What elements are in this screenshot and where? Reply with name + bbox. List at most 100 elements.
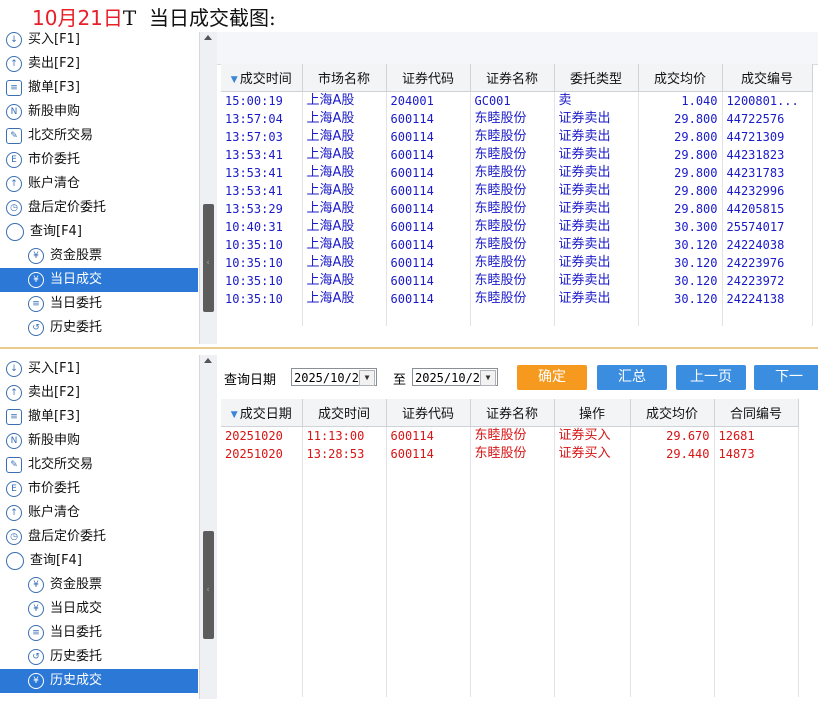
- empty-cell: [714, 679, 799, 697]
- sidebar-item[interactable]: E 市价委托: [0, 148, 198, 172]
- table-cell: 44231783: [722, 164, 813, 182]
- sidebar-item[interactable]: ¥ 当日成交: [0, 268, 198, 292]
- sidebar-item[interactable]: ↑ 卖出[F2]: [0, 381, 198, 405]
- empty-cell: [221, 661, 303, 679]
- arrow-down-circle-icon: ↓: [6, 32, 22, 48]
- table-cell: 1.040: [638, 91, 723, 110]
- sidebar-item[interactable]: 查询[F4]: [0, 549, 198, 573]
- sidebar-scrollbar[interactable]: ‹: [199, 355, 217, 699]
- sidebar-item[interactable]: E 市价委托: [0, 477, 198, 501]
- table-row[interactable]: 10:35:10 上海A股 600114 东睦股份 证券卖出 30.120 24223972: [221, 272, 813, 290]
- start-date-picker[interactable]: 2025/10/20 ▼: [291, 368, 377, 386]
- prev-page-button[interactable]: 上一页: [676, 365, 746, 390]
- empty-cell: [630, 643, 715, 661]
- scroll-up-icon[interactable]: [204, 35, 212, 40]
- table-row[interactable]: 13:53:29 上海A股 600114 东睦股份 证券卖出 29.800 44205815: [221, 200, 813, 218]
- splitter-grip-icon[interactable]: ‹: [204, 583, 212, 597]
- sidebar-item[interactable]: ¥ 资金股票: [0, 244, 198, 268]
- next-page-button[interactable]: 下一: [754, 365, 818, 390]
- sidebar-item[interactable]: 查询[F4]: [0, 220, 198, 244]
- table-cell: 13:28:53: [302, 445, 387, 463]
- column-header[interactable]: 成交日期: [221, 399, 303, 427]
- end-date-picker[interactable]: 2025/10/20 ▼: [412, 368, 498, 386]
- column-header[interactable]: 成交时间: [221, 64, 303, 92]
- table-row[interactable]: 10:35:10 上海A股 600114 东睦股份 证券卖出 30.120 24224138: [221, 290, 813, 308]
- table-row[interactable]: 10:40:31 上海A股 600114 东睦股份 证券卖出 30.300 25574017: [221, 218, 813, 236]
- sidebar-item[interactable]: ↺ 历史委托: [0, 316, 198, 340]
- table-cell: 上海A股: [302, 164, 387, 182]
- splitter-grip-icon[interactable]: ‹: [204, 256, 212, 270]
- sidebar-item[interactable]: ≡ 撤单[F3]: [0, 76, 198, 100]
- today-trades-table: 成交时间市场名称证券代码证券名称委托类型成交均价成交编号 15:00:19上海A…: [221, 64, 813, 326]
- table-cell: 29.800: [638, 110, 723, 128]
- sidebar-item[interactable]: ↓ 买入[F1]: [0, 28, 198, 52]
- sidebar-item[interactable]: ↺ 历史委托: [0, 645, 198, 669]
- column-header[interactable]: 委托类型: [554, 64, 639, 92]
- empty-cell: [386, 643, 471, 661]
- sidebar-item[interactable]: N 新股申购: [0, 429, 198, 453]
- sidebar-item[interactable]: ¥ 历史成交: [0, 669, 198, 693]
- table-cell: 上海A股: [302, 290, 387, 308]
- column-header[interactable]: 合同编号: [714, 399, 799, 427]
- table-row[interactable]: 10:35:10 上海A股 600114 东睦股份 证券卖出 30.120 24224038: [221, 236, 813, 254]
- table-row[interactable]: 20251020 13:28:53 600114 东睦股份 证券买入 29.440 1487…: [221, 445, 799, 463]
- table-row[interactable]: 13:53:41 上海A股 600114 东睦股份 证券卖出 29.800 44231823: [221, 146, 813, 164]
- column-header[interactable]: 证券名称: [470, 399, 555, 427]
- sidebar-item[interactable]: ↑ 卖出[F2]: [0, 52, 198, 76]
- sidebar-item[interactable]: ✎ 北交所交易: [0, 124, 198, 148]
- sidebar-scrollbar[interactable]: ‹: [199, 32, 217, 344]
- column-header[interactable]: 成交编号: [722, 64, 813, 92]
- sidebar-item[interactable]: ≡ 当日委托: [0, 292, 198, 316]
- sidebar-item[interactable]: ↑ 账户清仓: [0, 172, 198, 196]
- column-header[interactable]: 成交均价: [638, 64, 723, 92]
- table-row[interactable]: 13:57:03 上海A股 600114 东睦股份 证券卖出 29.800 44721309: [221, 128, 813, 146]
- confirm-button[interactable]: 确定: [517, 365, 587, 390]
- column-header[interactable]: 证券名称: [470, 64, 555, 92]
- sidebar-item[interactable]: ¥ 资金股票: [0, 573, 198, 597]
- table-row[interactable]: 13:53:41 上海A股 600114 东睦股份 证券卖出 29.800 44232996: [221, 182, 813, 200]
- summary-button[interactable]: 汇总: [597, 365, 667, 390]
- sidebar-item-label: 当日委托: [50, 296, 103, 311]
- column-header[interactable]: 证券代码: [386, 399, 471, 427]
- table-cell: 600114: [386, 182, 471, 200]
- chevron-down-icon[interactable]: ▼: [359, 370, 375, 386]
- sidebar-item[interactable]: N 新股申购: [0, 100, 198, 124]
- empty-cell: [554, 571, 631, 589]
- table-cell: 29.800: [638, 128, 723, 146]
- sidebar-item[interactable]: ◷ 盘后定价委托: [0, 196, 198, 220]
- yen-icon: ¥: [28, 577, 44, 593]
- table-cell: 204001: [386, 91, 471, 110]
- sidebar-item[interactable]: ↑ 账户清仓: [0, 501, 198, 525]
- sidebar-item[interactable]: ≡ 撤单[F3]: [0, 405, 198, 429]
- table-row[interactable]: 13:57:04 上海A股 600114 东睦股份 证券卖出 29.800 44722576: [221, 110, 813, 128]
- empty-cell: [630, 481, 715, 499]
- empty-cell: [221, 535, 303, 553]
- table-row[interactable]: 15:00:19 上海A股 204001 GC001 卖 1.040 1200801...: [221, 91, 813, 110]
- table-row[interactable]: 20251020 11:13:00 600114 东睦股份 证券买入 29.670 1268…: [221, 426, 799, 445]
- column-header[interactable]: 证券代码: [386, 64, 471, 92]
- column-header[interactable]: 成交均价: [630, 399, 715, 427]
- scroll-up-icon[interactable]: [204, 358, 212, 363]
- column-header[interactable]: 市场名称: [302, 64, 387, 92]
- chevron-down-icon[interactable]: ▼: [480, 370, 496, 386]
- column-header[interactable]: 成交时间: [302, 399, 387, 427]
- sidebar-item[interactable]: ≡ 当日委托: [0, 621, 198, 645]
- empty-cell: [470, 679, 555, 697]
- table-row[interactable]: 10:35:10 上海A股 600114 东睦股份 证券卖出 30.120 24223976: [221, 254, 813, 272]
- table-cell: 30.120: [638, 254, 723, 272]
- column-header[interactable]: 操作: [554, 399, 631, 427]
- empty-cell: [470, 308, 555, 326]
- empty-row: [221, 481, 799, 499]
- cancel-order-icon: ≡: [6, 409, 22, 425]
- table-cell: 30.120: [638, 272, 723, 290]
- sidebar-item[interactable]: ◷ 盘后定价委托: [0, 525, 198, 549]
- sidebar-item[interactable]: ✎ 北交所交易: [0, 453, 198, 477]
- clear-position-icon: ↑: [6, 176, 22, 192]
- today-trades-panel: ↓ 买入[F1] ↑ 卖出[F2] ≡ 撤单[F3] N 新股申购 ✎ 北交所交易 E 市价委托 ↑ 账户…: [0, 28, 818, 344]
- table-row[interactable]: 13:53:41 上海A股 600114 东睦股份 证券卖出 29.800 44231783: [221, 164, 813, 182]
- sidebar-item[interactable]: ↓ 买入[F1]: [0, 357, 198, 381]
- empty-cell: [386, 589, 471, 607]
- sidebar-item[interactable]: ¥ 当日成交: [0, 597, 198, 621]
- table-cell: 29.670: [630, 426, 715, 445]
- sidebar-item-label: 买入[F1]: [28, 361, 80, 376]
